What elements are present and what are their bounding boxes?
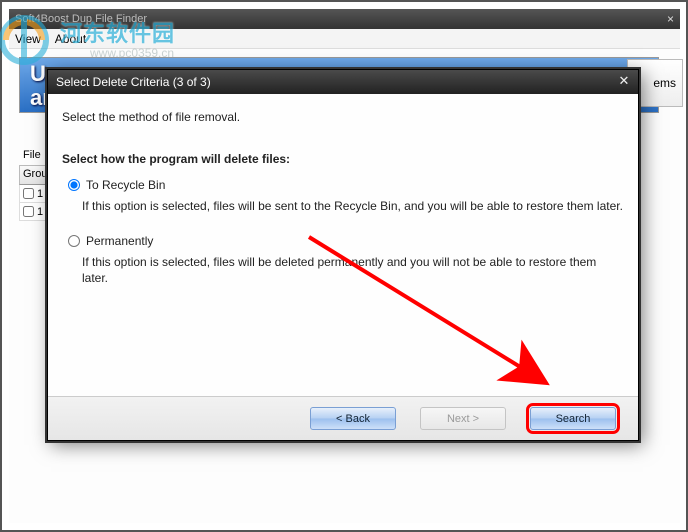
dialog-titlebar: Select Delete Criteria (3 of 3) ✕ bbox=[48, 70, 638, 94]
dialog-title: Select Delete Criteria (3 of 3) bbox=[56, 75, 211, 89]
option-recycle-label: To Recycle Bin bbox=[86, 178, 165, 192]
dialog-body: Select the method of file removal. Selec… bbox=[48, 94, 638, 286]
option-permanent-label: Permanently bbox=[86, 234, 153, 248]
items-button-label: ems bbox=[653, 76, 676, 90]
search-button[interactable]: Search bbox=[530, 407, 616, 430]
watermark-url: www.pc0359.cn bbox=[90, 46, 174, 60]
option-recycle-radio[interactable] bbox=[68, 179, 80, 191]
row-checkbox[interactable] bbox=[23, 188, 34, 199]
dialog-close-icon[interactable]: ✕ bbox=[616, 74, 632, 90]
dialog-subheading: Select how the program will delete files… bbox=[62, 152, 624, 166]
menu-view[interactable]: View bbox=[15, 32, 41, 46]
row-label: 1 bbox=[37, 206, 43, 218]
back-button-label: < Back bbox=[336, 413, 370, 425]
file-label: File bbox=[23, 149, 41, 161]
dialog-footer: < Back Next > Search bbox=[48, 396, 638, 440]
search-button-label: Search bbox=[556, 413, 591, 425]
back-button[interactable]: < Back bbox=[310, 407, 396, 430]
option-permanent-radio[interactable] bbox=[68, 235, 80, 247]
dialog-heading: Select the method of file removal. bbox=[62, 110, 624, 124]
next-button-label: Next > bbox=[447, 413, 479, 425]
option-permanent-desc: If this option is selected, files will b… bbox=[82, 254, 624, 286]
row-label: 1 bbox=[37, 188, 43, 200]
next-button: Next > bbox=[420, 407, 506, 430]
watermark-text: 河东软件园 bbox=[60, 16, 175, 48]
option-recycle-bin[interactable]: To Recycle Bin bbox=[68, 178, 624, 192]
row-checkbox[interactable] bbox=[23, 206, 34, 217]
delete-criteria-dialog: Select Delete Criteria (3 of 3) ✕ Select… bbox=[47, 69, 639, 441]
main-close-icon[interactable]: × bbox=[667, 12, 674, 26]
option-recycle-desc: If this option is selected, files will b… bbox=[82, 198, 624, 214]
option-permanent[interactable]: Permanently bbox=[68, 234, 624, 248]
